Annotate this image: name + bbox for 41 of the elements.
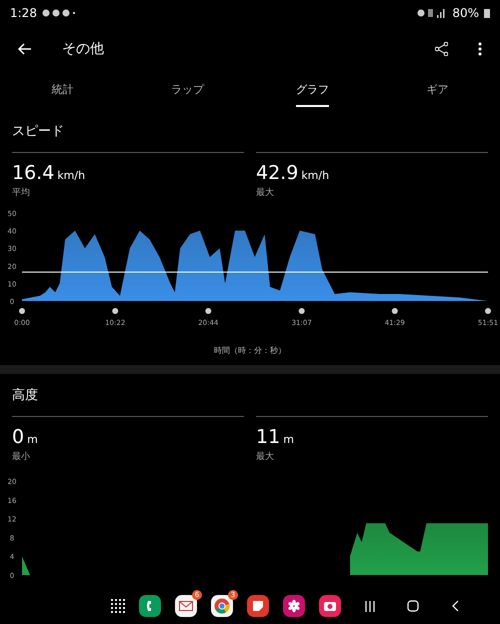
tick-dot — [205, 308, 212, 314]
browser-icon[interactable] — [211, 595, 233, 617]
home-icon[interactable] — [407, 600, 419, 612]
flower-icon[interactable] — [283, 595, 305, 617]
stat-label: 最大 — [256, 186, 275, 199]
note-icon[interactable] — [247, 595, 269, 617]
back-nav-icon[interactable] — [451, 600, 459, 612]
tick-dot — [19, 308, 25, 314]
stat-label: 最小 — [12, 450, 31, 463]
more-icon[interactable] — [478, 42, 482, 56]
phone-icon[interactable] — [139, 595, 161, 617]
section-title: スピード — [12, 124, 64, 139]
status-time: 1:28 — [10, 6, 37, 20]
notification-icons — [42, 9, 76, 17]
tick-dot — [485, 308, 491, 314]
tick-dot — [112, 308, 118, 314]
tab[interactable]: 統計 — [0, 72, 125, 110]
envelope-icon — [179, 601, 193, 611]
stat-label: 平均 — [12, 186, 31, 199]
app-grid-icon[interactable] — [111, 599, 125, 613]
recents-icon[interactable] — [365, 600, 375, 612]
tab[interactable]: グラフ — [250, 72, 375, 110]
camera-icon[interactable] — [319, 595, 341, 617]
signal-icon — [417, 8, 448, 18]
battery-level: 80% — [452, 6, 479, 20]
back-icon[interactable] — [18, 43, 32, 55]
section-title: 高度 — [12, 388, 38, 403]
stat-value: 16.4 km/h — [12, 162, 86, 184]
battery-icon — [484, 8, 490, 18]
page-title: その他 — [62, 40, 105, 58]
share-icon[interactable] — [435, 42, 448, 56]
tab[interactable]: ギア — [375, 72, 500, 110]
stat-value: 11 m — [256, 426, 295, 448]
stat-value: 0 m — [12, 426, 39, 448]
stat-label: 最大 — [256, 450, 275, 463]
axis-title: 時間（時：分：秒） — [214, 346, 286, 355]
tick-dot — [392, 308, 398, 314]
mail-icon[interactable] — [175, 595, 197, 617]
tab[interactable]: ラップ — [125, 72, 250, 110]
tick-dot — [298, 308, 305, 314]
stat-value: 42.9 km/h — [256, 162, 330, 184]
